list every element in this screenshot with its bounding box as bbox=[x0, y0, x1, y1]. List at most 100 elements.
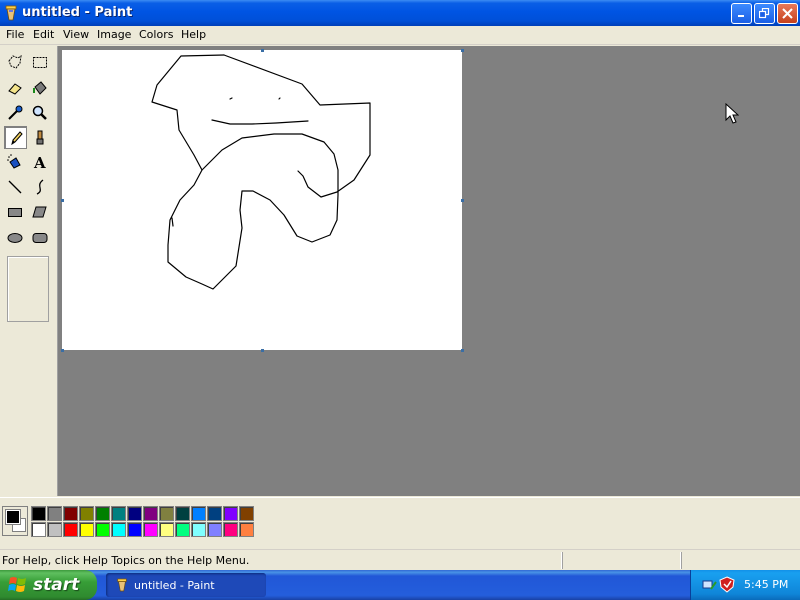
windows-logo-icon bbox=[8, 577, 26, 592]
palette-swatch[interactable] bbox=[191, 522, 206, 537]
palette-swatch[interactable] bbox=[223, 506, 238, 521]
tool-magnifier[interactable] bbox=[28, 101, 51, 124]
palette-swatch[interactable] bbox=[143, 522, 158, 537]
close-button[interactable] bbox=[777, 3, 798, 24]
tool-options-box[interactable] bbox=[7, 256, 49, 322]
color-palette-bar bbox=[0, 497, 800, 545]
tool-free-form-select[interactable] bbox=[3, 50, 26, 73]
palette-swatch[interactable] bbox=[207, 522, 222, 537]
magnifier-icon bbox=[32, 105, 47, 120]
tool-fill[interactable] bbox=[28, 76, 51, 99]
free-form-select-icon bbox=[7, 54, 22, 69]
tool-line[interactable] bbox=[3, 175, 26, 198]
palette-swatch[interactable] bbox=[127, 506, 142, 521]
tool-rounded-rectangle[interactable] bbox=[28, 226, 51, 249]
palette-swatch[interactable] bbox=[47, 522, 62, 537]
eraser-icon bbox=[7, 82, 22, 95]
tool-polygon[interactable] bbox=[28, 200, 51, 223]
paint-window: untitled - Paint File Edit View Image Co… bbox=[0, 0, 800, 570]
menu-image[interactable]: Image bbox=[97, 28, 131, 41]
rectangle-icon bbox=[7, 207, 22, 217]
restore-button[interactable] bbox=[754, 3, 775, 24]
resize-handle-bottom-right[interactable] bbox=[461, 349, 464, 352]
canvas-drawing bbox=[151, 54, 371, 290]
security-shield-icon[interactable] bbox=[719, 576, 735, 593]
start-button[interactable]: start bbox=[0, 570, 97, 600]
drawing-canvas[interactable] bbox=[62, 50, 462, 350]
menu-edit[interactable]: Edit bbox=[33, 28, 54, 41]
palette-swatch[interactable] bbox=[95, 506, 110, 521]
title-bar[interactable]: untitled - Paint bbox=[0, 0, 800, 26]
tool-ellipse[interactable] bbox=[3, 226, 26, 249]
palette-swatch[interactable] bbox=[175, 522, 190, 537]
palette-swatch[interactable] bbox=[31, 522, 46, 537]
resize-handle-bottom[interactable] bbox=[261, 349, 264, 352]
tool-curve[interactable] bbox=[28, 175, 51, 198]
stroke-mouth bbox=[211, 119, 309, 125]
minimize-button[interactable] bbox=[731, 3, 752, 24]
resize-handle-top[interactable] bbox=[261, 49, 264, 52]
tool-select[interactable] bbox=[28, 50, 51, 73]
ellipse-icon bbox=[7, 232, 22, 243]
close-icon bbox=[782, 8, 793, 19]
resize-handle-top-right[interactable] bbox=[461, 49, 464, 52]
polygon-icon bbox=[31, 206, 47, 217]
palette-swatch[interactable] bbox=[175, 506, 190, 521]
resize-handle-right[interactable] bbox=[461, 199, 464, 202]
taskbar: start untitled - Paint 5:45 PM bbox=[0, 570, 800, 600]
eyedropper-icon bbox=[7, 105, 22, 120]
window-title: untitled - Paint bbox=[22, 5, 133, 20]
tool-text[interactable]: A bbox=[28, 150, 51, 173]
status-pane-size bbox=[681, 552, 799, 569]
palette-swatch[interactable] bbox=[111, 506, 126, 521]
status-help-text: For Help, click Help Topics on the Help … bbox=[2, 554, 250, 567]
taskbar-item-paint[interactable]: untitled - Paint bbox=[106, 573, 266, 597]
palette-swatch[interactable] bbox=[223, 522, 238, 537]
resize-handle-left[interactable] bbox=[61, 199, 64, 202]
network-icon[interactable] bbox=[701, 577, 717, 593]
menu-file[interactable]: File bbox=[6, 28, 24, 41]
resize-handle-bottom-left[interactable] bbox=[61, 349, 64, 352]
palette-swatch[interactable] bbox=[79, 506, 94, 521]
mouse-cursor-icon bbox=[725, 103, 739, 124]
palette-swatch[interactable] bbox=[159, 522, 174, 537]
status-bar: For Help, click Help Topics on the Help … bbox=[0, 549, 800, 570]
palette-swatch[interactable] bbox=[159, 506, 174, 521]
tool-pick-color[interactable] bbox=[3, 101, 26, 124]
palette-swatch[interactable] bbox=[63, 522, 78, 537]
palette-swatch[interactable] bbox=[79, 522, 94, 537]
tool-brush[interactable] bbox=[28, 126, 51, 149]
line-icon bbox=[8, 180, 21, 193]
tool-rectangle[interactable] bbox=[3, 200, 26, 223]
tool-eraser[interactable] bbox=[3, 76, 26, 99]
start-label: start bbox=[33, 575, 80, 595]
current-colors-box[interactable] bbox=[2, 506, 28, 536]
curve-icon bbox=[36, 178, 43, 195]
work-area[interactable] bbox=[57, 46, 800, 496]
palette-swatch[interactable] bbox=[207, 506, 222, 521]
palette-swatch[interactable] bbox=[47, 506, 62, 521]
palette-swatch[interactable] bbox=[111, 522, 126, 537]
palette-swatch[interactable] bbox=[127, 522, 142, 537]
palette-swatch[interactable] bbox=[63, 506, 78, 521]
minimize-icon bbox=[738, 15, 744, 17]
foreground-color bbox=[5, 509, 21, 525]
palette-swatch[interactable] bbox=[95, 522, 110, 537]
palette-swatch[interactable] bbox=[239, 522, 254, 537]
paint-bucket-icon bbox=[32, 80, 47, 95]
palette-swatch[interactable] bbox=[239, 506, 254, 521]
menu-colors[interactable]: Colors bbox=[139, 28, 173, 41]
rect-select-icon bbox=[32, 56, 47, 68]
tool-airbrush[interactable] bbox=[3, 150, 26, 173]
palette-swatch[interactable] bbox=[31, 506, 46, 521]
palette-swatch[interactable] bbox=[191, 506, 206, 521]
pencil-icon bbox=[10, 130, 23, 145]
menu-view[interactable]: View bbox=[63, 28, 89, 41]
svg-text:A: A bbox=[33, 154, 46, 171]
rounded-rectangle-icon bbox=[32, 232, 47, 243]
status-pane-position bbox=[562, 552, 680, 569]
palette-swatch[interactable] bbox=[143, 506, 158, 521]
menu-help[interactable]: Help bbox=[181, 28, 206, 41]
tool-pencil[interactable] bbox=[4, 126, 27, 149]
menu-bar: File Edit View Image Colors Help bbox=[0, 26, 800, 45]
